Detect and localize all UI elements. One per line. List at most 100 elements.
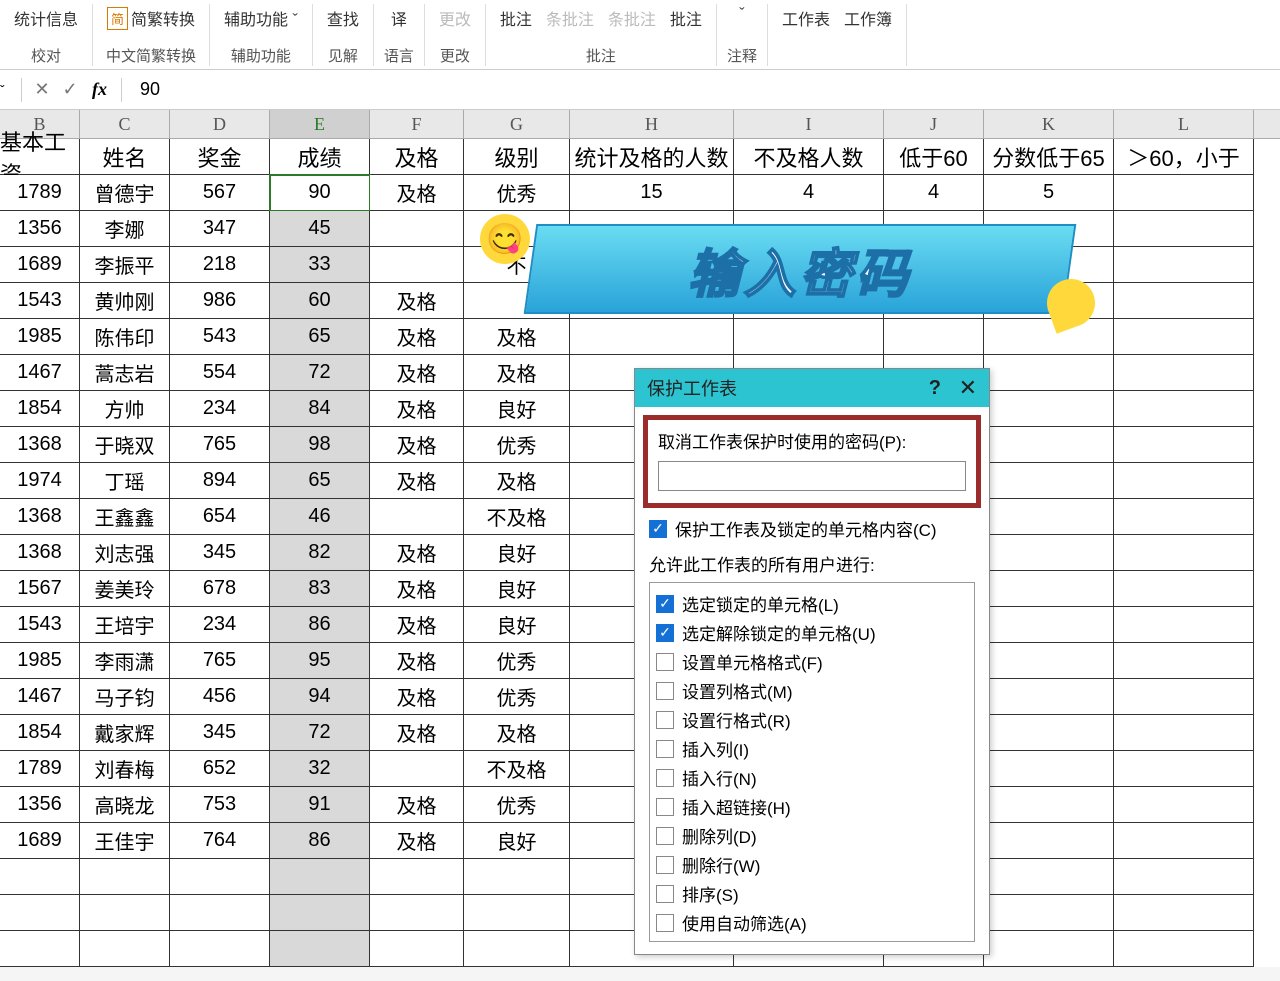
cell[interactable]: 1689 (0, 247, 80, 283)
cell[interactable] (370, 247, 464, 283)
cell[interactable] (1114, 355, 1254, 391)
cell[interactable]: 65 (270, 463, 370, 499)
permission-item[interactable]: 使用数据透视表和数据透视图(V) (656, 939, 968, 942)
header-cell[interactable]: 分数低于65 (984, 139, 1114, 175)
cell[interactable]: 李娜 (80, 211, 170, 247)
permission-checkbox[interactable] (656, 740, 674, 758)
cell[interactable] (370, 499, 464, 535)
cell[interactable]: 优秀 (464, 643, 570, 679)
permission-item[interactable]: ✓选定解除锁定的单元格(U) (656, 620, 968, 645)
column-header-E[interactable]: E (270, 110, 370, 138)
cell[interactable]: 良好 (464, 607, 570, 643)
permission-item[interactable]: 设置列格式(M) (656, 678, 968, 703)
cell[interactable]: 1689 (0, 823, 80, 859)
cell[interactable]: 554 (170, 355, 270, 391)
cell[interactable]: 45 (270, 211, 370, 247)
permission-checkbox[interactable] (656, 827, 674, 845)
cell[interactable] (170, 895, 270, 931)
cell[interactable]: 及格 (464, 355, 570, 391)
ribbon-item[interactable]: 辅助功能 ˇ (220, 4, 302, 32)
column-header-J[interactable]: J (884, 110, 984, 138)
cell[interactable] (1114, 535, 1254, 571)
cell[interactable] (1114, 427, 1254, 463)
cell[interactable] (464, 859, 570, 895)
cell[interactable]: 1356 (0, 211, 80, 247)
cell[interactable] (884, 319, 984, 355)
cell[interactable]: 姜美玲 (80, 571, 170, 607)
cell[interactable]: 李振平 (80, 247, 170, 283)
cell[interactable]: 652 (170, 751, 270, 787)
cell[interactable] (1114, 751, 1254, 787)
cell[interactable]: 5 (984, 175, 1114, 211)
ribbon-item[interactable]: 批注 (666, 4, 706, 32)
cell[interactable] (1114, 679, 1254, 715)
cell[interactable]: 83 (270, 571, 370, 607)
cell[interactable] (80, 895, 170, 931)
cell[interactable] (984, 571, 1114, 607)
cell[interactable]: 及格 (370, 319, 464, 355)
cell[interactable]: 及格 (370, 283, 464, 319)
cell[interactable]: 1985 (0, 319, 80, 355)
cell[interactable]: 33 (270, 247, 370, 283)
header-cell[interactable]: ＞60，小于 (1114, 139, 1254, 175)
cell[interactable]: 及格 (370, 175, 464, 211)
cell[interactable]: 及格 (370, 787, 464, 823)
cell[interactable]: 234 (170, 391, 270, 427)
cell[interactable]: 戴家辉 (80, 715, 170, 751)
cell[interactable] (464, 895, 570, 931)
cell[interactable] (984, 679, 1114, 715)
permissions-list[interactable]: ✓选定锁定的单元格(L)✓选定解除锁定的单元格(U)设置单元格格式(F)设置列格… (649, 582, 975, 942)
cell[interactable] (270, 895, 370, 931)
cell[interactable] (984, 895, 1114, 931)
permission-checkbox[interactable] (656, 798, 674, 816)
header-cell[interactable]: 成绩 (270, 139, 370, 175)
cell[interactable]: 曾德宇 (80, 175, 170, 211)
cell[interactable]: 1356 (0, 787, 80, 823)
cell[interactable] (1114, 319, 1254, 355)
cell[interactable]: 1368 (0, 499, 80, 535)
cell[interactable] (0, 931, 80, 967)
cell[interactable]: 良好 (464, 823, 570, 859)
cell[interactable]: 及格 (464, 463, 570, 499)
ribbon-item[interactable]: 译 (387, 4, 411, 32)
cell[interactable]: 王培宇 (80, 607, 170, 643)
cell[interactable]: 方帅 (80, 391, 170, 427)
cell[interactable]: 1789 (0, 751, 80, 787)
cell[interactable]: 567 (170, 175, 270, 211)
formula-confirm-button[interactable]: ✓ (56, 79, 84, 100)
permission-checkbox[interactable] (656, 856, 674, 874)
cell[interactable]: 及格 (370, 823, 464, 859)
cell[interactable] (270, 931, 370, 967)
ribbon-item[interactable]: 工作簿 (840, 4, 896, 32)
cell[interactable]: 不及格 (464, 751, 570, 787)
cell[interactable]: 王佳宇 (80, 823, 170, 859)
permission-checkbox[interactable]: ✓ (656, 595, 674, 613)
cell[interactable]: 765 (170, 643, 270, 679)
permission-checkbox[interactable] (656, 653, 674, 671)
cell[interactable] (170, 859, 270, 895)
cell[interactable]: 1854 (0, 391, 80, 427)
header-cell[interactable]: 级别 (464, 139, 570, 175)
cell[interactable]: 894 (170, 463, 270, 499)
cell[interactable]: 15 (570, 175, 734, 211)
formula-cancel-button[interactable]: ✕ (28, 79, 56, 100)
header-cell[interactable]: 基本工资 (0, 139, 80, 175)
cell[interactable]: 优秀 (464, 787, 570, 823)
cell[interactable] (1114, 247, 1254, 283)
cell[interactable]: 李雨潇 (80, 643, 170, 679)
column-header-F[interactable]: F (370, 110, 464, 138)
cell[interactable] (270, 859, 370, 895)
cell[interactable]: 王鑫鑫 (80, 499, 170, 535)
permission-item[interactable]: 排序(S) (656, 881, 968, 906)
cell[interactable]: 刘志强 (80, 535, 170, 571)
cell[interactable] (1114, 175, 1254, 211)
cell[interactable] (984, 931, 1114, 967)
cell[interactable]: 及格 (370, 355, 464, 391)
permission-item[interactable]: 插入列(I) (656, 736, 968, 761)
header-cell[interactable]: 及格 (370, 139, 464, 175)
cell[interactable]: 及格 (464, 715, 570, 751)
cell[interactable] (370, 211, 464, 247)
cell[interactable] (370, 931, 464, 967)
cell[interactable]: 1567 (0, 571, 80, 607)
ribbon-item[interactable]: 工作表 (778, 4, 834, 32)
